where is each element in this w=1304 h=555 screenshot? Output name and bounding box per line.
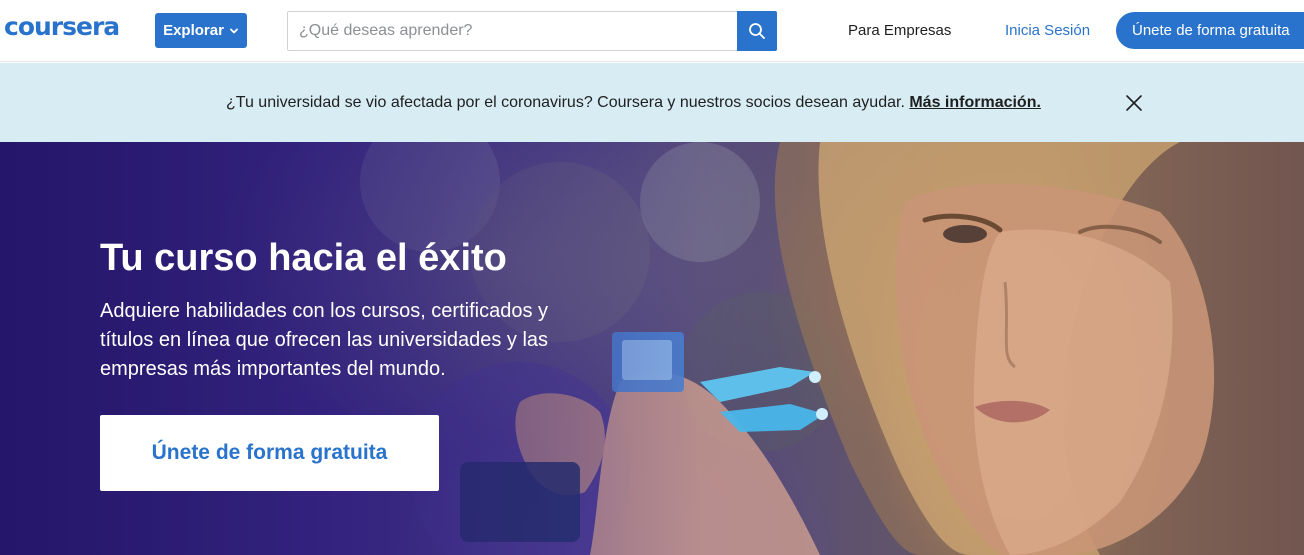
banner-more-info-link[interactable]: Más información. (909, 94, 1041, 111)
nav-link-login[interactable]: Inicia Sesión (1005, 22, 1090, 39)
search-button[interactable] (737, 11, 777, 51)
explore-button[interactable]: Explorar (155, 13, 247, 48)
explore-button-label: Explorar (163, 22, 224, 39)
hero-section: Tu curso hacia el éxito Adquiere habilid… (0, 142, 1304, 555)
banner-message: ¿Tu universidad se vio afectada por el c… (226, 94, 905, 111)
coursera-logo[interactable]: coursera (4, 12, 120, 41)
join-free-hero-button[interactable]: Únete de forma gratuita (100, 415, 439, 491)
hero-title: Tu curso hacia el éxito (100, 237, 507, 279)
chevron-down-icon (230, 28, 238, 33)
top-navigation-bar: coursera Explorar Para Empresas Inicia S… (0, 0, 1304, 62)
search-input[interactable] (287, 11, 738, 51)
covid-announcement-banner: ¿Tu universidad se vio afectada por el c… (0, 63, 1304, 142)
nav-link-for-business[interactable]: Para Empresas (848, 22, 951, 39)
join-free-header-button[interactable]: Únete de forma gratuita (1116, 12, 1304, 49)
banner-message-line: ¿Tu universidad se vio afectada por el c… (226, 94, 1041, 112)
search-icon (749, 23, 765, 39)
hero-subtitle: Adquiere habilidades con los cursos, cer… (100, 300, 549, 380)
close-icon[interactable] (1124, 93, 1144, 113)
